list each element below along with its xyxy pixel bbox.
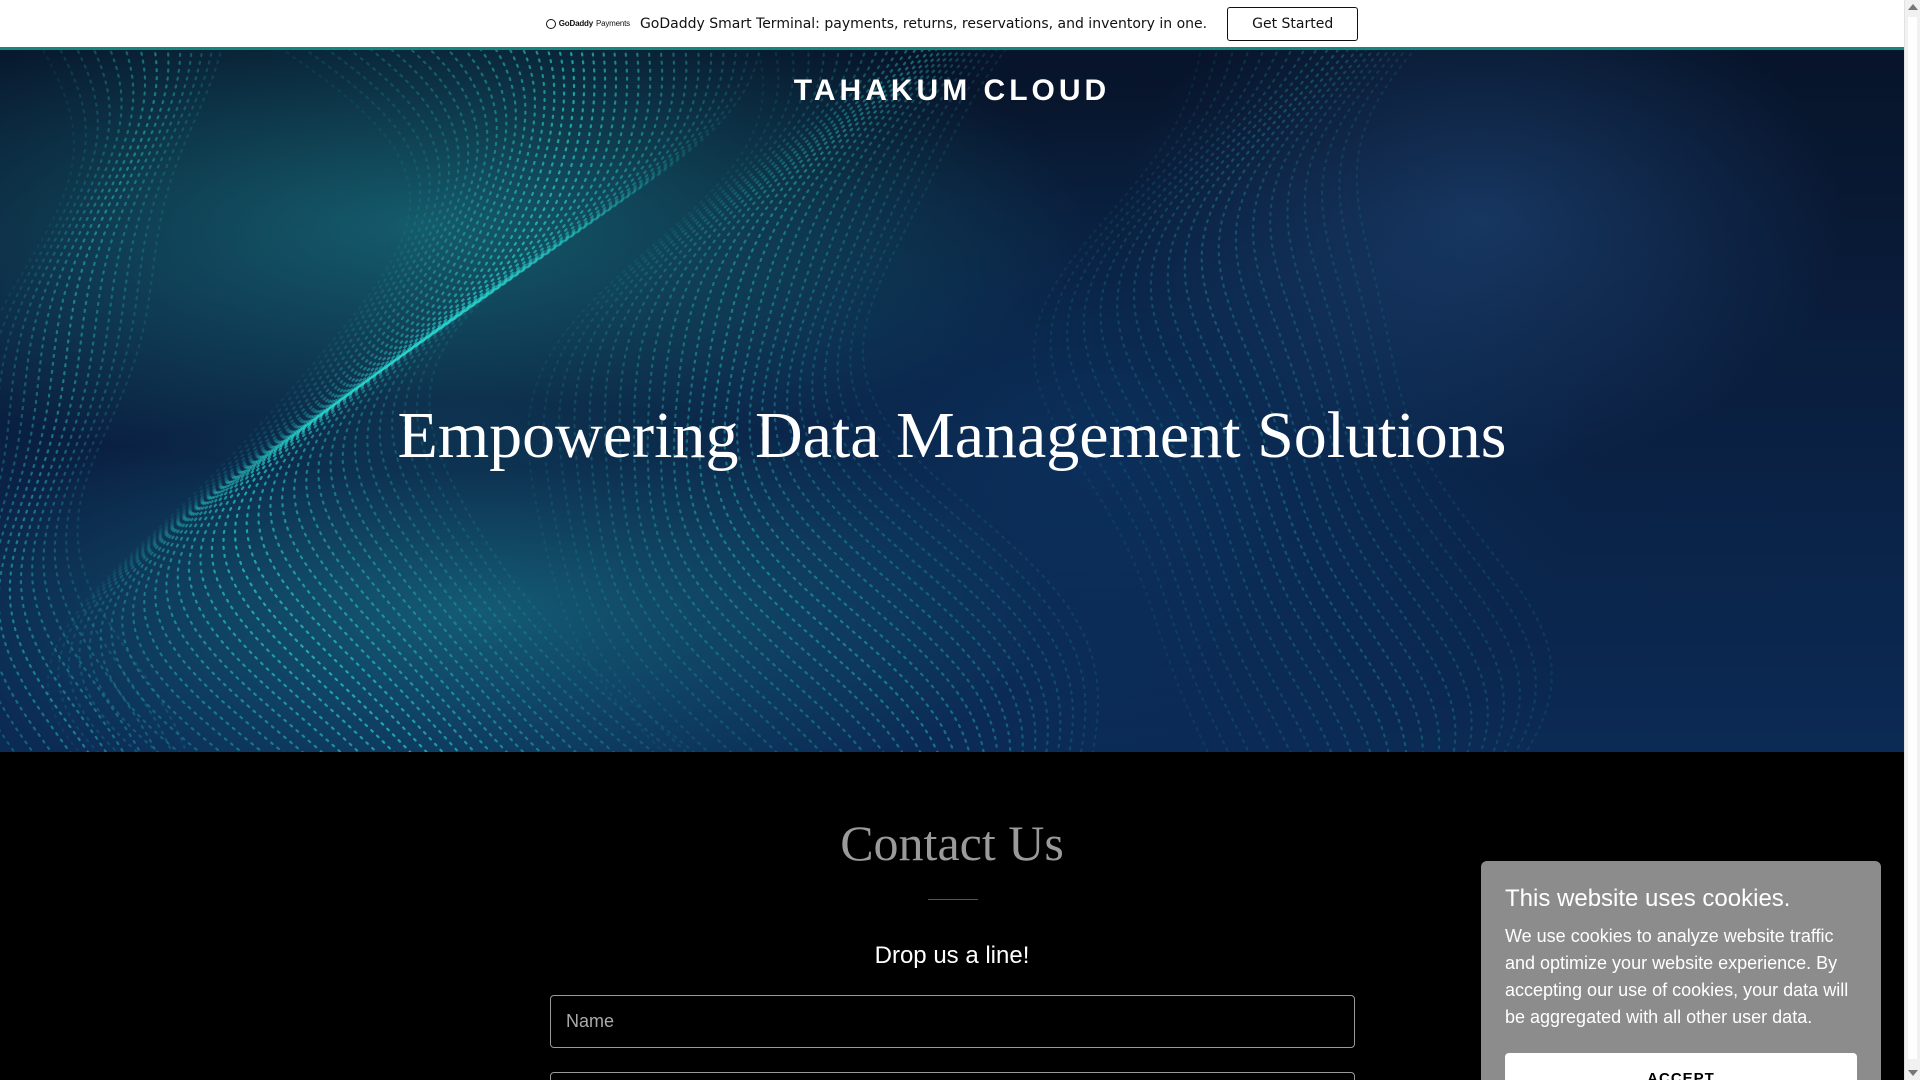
scroll-up-arrow-icon[interactable] <box>1908 4 1918 10</box>
get-started-button[interactable]: Get Started <box>1227 6 1359 41</box>
godaddy-payments-logo: GoDaddy Payments <box>545 18 630 29</box>
godaddy-logo-icon <box>545 18 556 29</box>
hero-section: TAHAKUM CLOUD Empowering Data Management… <box>0 50 1904 752</box>
section-divider <box>928 899 978 900</box>
promo-logo-brand: GoDaddy <box>558 19 593 28</box>
scroll-thumb[interactable] <box>1908 17 1917 1059</box>
cookie-banner: This website uses cookies. We use cookie… <box>1481 861 1881 1080</box>
accept-cookies-button[interactable]: ACCEPT <box>1505 1053 1857 1080</box>
hero-heading: Empowering Data Management Solutions <box>397 399 1507 472</box>
name-input[interactable] <box>550 995 1355 1048</box>
page: GoDaddy Payments GoDaddy Smart Terminal:… <box>0 0 1920 1080</box>
promo-text: GoDaddy Smart Terminal: payments, return… <box>639 15 1208 32</box>
scroll-down-arrow-icon[interactable] <box>1908 1070 1918 1076</box>
promo-logo-product: Payments <box>595 19 630 28</box>
email-input[interactable] <box>550 1072 1355 1080</box>
promo-banner: GoDaddy Payments GoDaddy Smart Terminal:… <box>0 0 1904 50</box>
cookie-text: We use cookies to analyze website traffi… <box>1505 926 1849 1027</box>
vertical-scrollbar[interactable] <box>1904 0 1920 1080</box>
site-title[interactable]: TAHAKUM CLOUD <box>0 74 1904 108</box>
cookie-title: This website uses cookies. <box>1505 885 1791 912</box>
